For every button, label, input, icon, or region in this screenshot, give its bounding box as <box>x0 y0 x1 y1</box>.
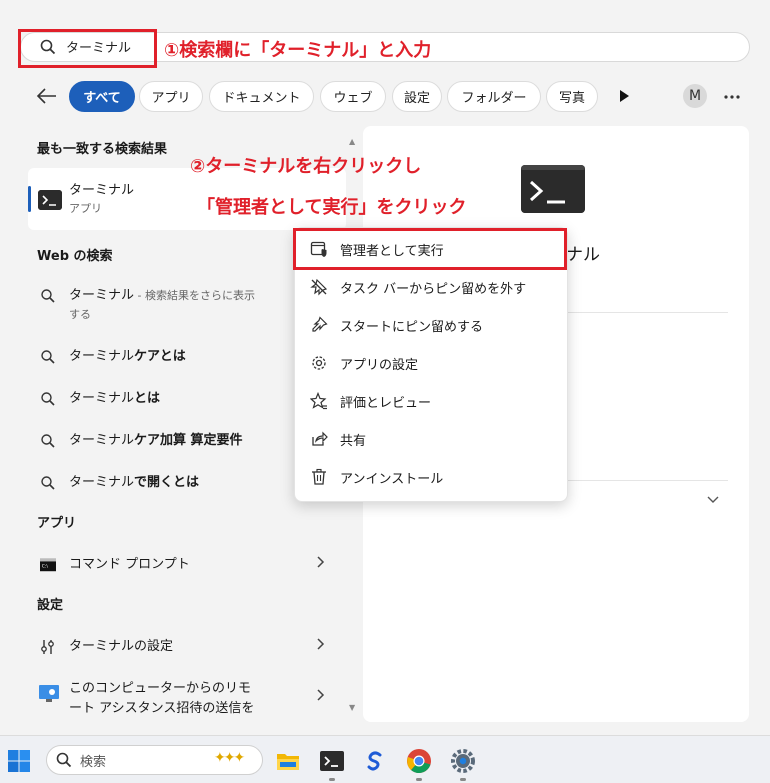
menu-unpin-taskbar-label: タスク バーからピン留めを外す <box>340 281 527 297</box>
settings-heading: 設定 <box>37 598 64 613</box>
search-icon <box>41 288 55 303</box>
web-result-5-query: ターミナル <box>69 475 135 490</box>
settings-result-remote-line1[interactable]: このコンピューターからのリモ <box>69 677 251 696</box>
menu-share[interactable]: 共有 <box>294 424 568 454</box>
chevron-down-icon[interactable] <box>707 496 719 504</box>
share-icon <box>312 431 328 446</box>
terminal-large-icon <box>521 165 585 213</box>
best-match-title: ターミナル <box>69 183 135 198</box>
web-result-4-suggestion: ケア加算 算定要件 <box>134 433 243 448</box>
best-match-subtitle: アプリ <box>69 202 102 215</box>
filter-folders[interactable]: フォルダー <box>447 81 541 112</box>
pin-icon <box>312 316 328 332</box>
menu-app-settings[interactable]: アプリの設定 <box>294 348 568 378</box>
web-search-heading: Web の検索 <box>37 249 113 264</box>
settings-gear-taskbar-icon[interactable] <box>450 748 476 774</box>
menu-pin-start[interactable]: スタートにピン留めする <box>294 310 568 340</box>
avatar[interactable]: M <box>683 84 707 108</box>
chevron-right-icon[interactable] <box>315 689 325 701</box>
file-explorer-icon[interactable] <box>275 748 301 774</box>
annotation-step1: ①検索欄に「ターミナル」と入力 <box>164 40 432 61</box>
web-result-3-query: ターミナル <box>69 391 135 406</box>
search-highlight-box <box>18 29 157 68</box>
filter-documents[interactable]: ドキュメント <box>209 81 314 112</box>
app-result-cmd[interactable]: C:\ コマンド プロンプト <box>40 553 190 572</box>
terminal-icon <box>38 190 62 210</box>
run-as-admin-highlight-box <box>293 228 567 270</box>
filter-settings[interactable]: 設定 <box>392 81 442 112</box>
command-prompt-icon: C:\ <box>40 558 56 571</box>
annotation-step2-line1: ②ターミナルを右クリックし <box>190 156 422 177</box>
taskbar-search-placeholder: 検索 <box>80 755 107 770</box>
filter-web[interactable]: ウェブ <box>320 81 386 112</box>
chevron-right-icon[interactable] <box>315 638 325 650</box>
trash-icon <box>312 468 326 485</box>
web-result-2-query: ターミナル <box>69 349 135 364</box>
web-result-4[interactable]: ターミナルケア加算 算定要件 <box>40 429 243 449</box>
scroll-up-arrow[interactable]: ▲ <box>349 137 355 146</box>
chrome-icon[interactable] <box>406 748 432 774</box>
more-options-icon[interactable] <box>723 94 741 100</box>
menu-rate-review[interactable]: 評価とレビュー <box>294 386 568 416</box>
app-result-cmd-label: コマンド プロンプト <box>69 557 190 572</box>
menu-uninstall[interactable]: アンインストール <box>294 462 568 492</box>
settings-result-remote-line2[interactable]: ート アシスタンス招待の送信を <box>69 697 254 716</box>
settings-result-terminal-label: ターミナルの設定 <box>69 639 174 654</box>
menu-rate-review-label: 評価とレビュー <box>340 395 432 411</box>
search-icon <box>41 433 55 448</box>
menu-unpin-taskbar[interactable]: タスク バーからピン留めを外す <box>294 272 568 302</box>
web-result-1-main: ターミナル <box>69 288 135 303</box>
chevron-right-icon[interactable] <box>315 556 325 568</box>
web-result-5-suggestion: で開くとは <box>134 475 200 490</box>
web-result-3[interactable]: ターミナルとは <box>40 387 160 407</box>
web-result-5[interactable]: ターミナルで開くとは <box>40 471 199 491</box>
best-match-heading: 最も一致する検索結果 <box>37 142 168 157</box>
filter-apps[interactable]: アプリ <box>139 81 203 112</box>
web-result-2-suggestion: ケアとは <box>134 349 186 364</box>
web-result-3-suggestion: とは <box>134 391 161 406</box>
filter-photos[interactable]: 写真 <box>546 81 598 112</box>
windows-start-icon[interactable] <box>8 750 30 772</box>
search-icon <box>56 752 72 768</box>
web-result-1-sub: - 検索結果をさらに表示 <box>134 289 255 302</box>
menu-app-settings-label: アプリの設定 <box>340 357 419 373</box>
web-result-4-query: ターミナル <box>69 433 135 448</box>
s-app-icon[interactable] <box>362 748 388 774</box>
detail-title: ナル <box>566 245 600 265</box>
svg-text:C:\: C:\ <box>42 563 49 569</box>
search-icon <box>41 349 55 364</box>
running-indicator <box>329 778 335 781</box>
menu-uninstall-label: アンインストール <box>340 471 444 487</box>
menu-share-label: 共有 <box>340 433 367 449</box>
sliders-icon <box>41 639 54 654</box>
back-arrow-icon[interactable] <box>36 86 58 106</box>
web-result-1[interactable]: ターミナル - 検索結果をさらに表示 <box>40 284 255 304</box>
remote-assistance-icon <box>39 685 59 702</box>
gear-icon <box>312 356 326 370</box>
search-icon <box>41 391 55 406</box>
unpin-icon <box>310 278 328 296</box>
annotation-step2-line2: 「管理者として実行」をクリック <box>197 197 467 218</box>
more-filters-arrow-icon[interactable] <box>618 89 630 103</box>
apps-heading: アプリ <box>37 516 77 531</box>
web-result-2[interactable]: ターミナルケアとは <box>40 345 186 365</box>
sparkle-icon: ✦✦✦ <box>214 750 245 766</box>
filter-all[interactable]: すべて <box>69 81 135 112</box>
star-review-icon <box>310 392 327 410</box>
terminal-taskbar-icon[interactable] <box>319 748 345 774</box>
search-icon <box>41 475 55 490</box>
running-indicator <box>460 778 466 781</box>
scroll-down-arrow[interactable]: ▼ <box>349 703 355 712</box>
menu-pin-start-label: スタートにピン留めする <box>340 319 484 335</box>
running-indicator <box>416 778 422 781</box>
selection-accent <box>28 186 31 212</box>
web-result-1-sub-cont: する <box>69 308 91 321</box>
settings-result-terminal[interactable]: ターミナルの設定 <box>40 635 173 655</box>
